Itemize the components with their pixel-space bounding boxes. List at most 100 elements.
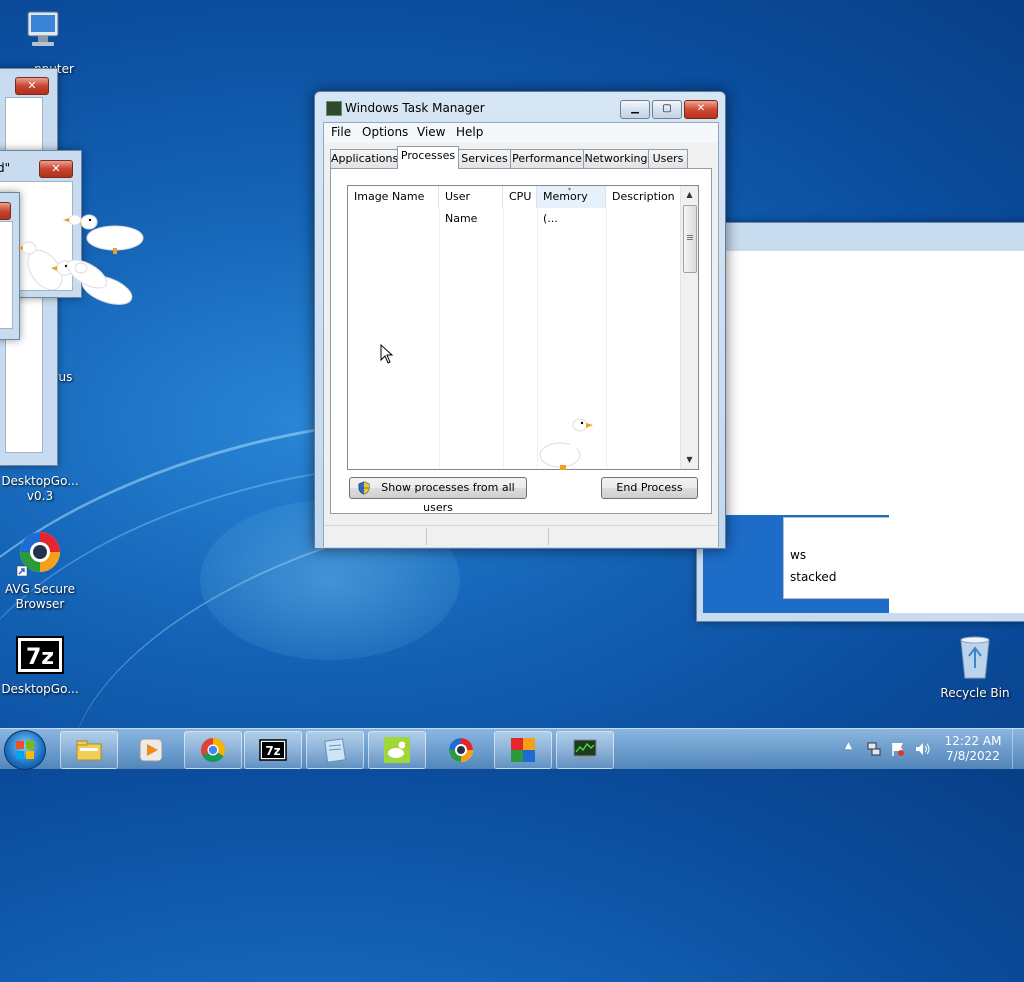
taskbar-avg-antivirus[interactable]	[494, 731, 552, 769]
goose-icon	[384, 737, 410, 763]
show-desktop-button[interactable]	[1012, 729, 1024, 769]
desktop-icon-label: AVG Secure	[4, 582, 76, 596]
taskbar-explorer[interactable]	[60, 731, 118, 769]
desktop-icon-computer[interactable]: nputer	[0, 8, 80, 77]
menu-options[interactable]: Options	[362, 125, 408, 139]
system-tray: ▲	[842, 729, 938, 769]
tab-processes[interactable]: Processes	[397, 146, 459, 169]
vertical-scrollbar[interactable]: ▲ ▼	[680, 186, 698, 469]
column-cpu[interactable]: CPU	[503, 186, 537, 208]
desktop-icon-desktopgoose-v03[interactable]: DesktopGo... v0.3	[0, 474, 80, 504]
menu-help[interactable]: Help	[456, 125, 483, 139]
taskbar-media-player[interactable]	[122, 731, 180, 769]
desktop-icon-label: Browser	[15, 597, 65, 611]
status-bar	[324, 525, 718, 547]
window-content	[0, 221, 13, 329]
desktop-icon-label: DesktopGo...	[1, 474, 79, 488]
avg-browser-icon	[16, 532, 60, 577]
goose	[539, 418, 593, 470]
sort-indicator-icon: ▾	[568, 186, 572, 193]
column-image-name[interactable]: Image Name	[348, 186, 439, 208]
tab-networking[interactable]: Networking	[583, 149, 649, 168]
tab-users[interactable]: Users	[648, 149, 688, 168]
close-button[interactable]: ✕	[684, 100, 718, 119]
tab-performance[interactable]: Performance	[510, 149, 584, 168]
taskbar-7zip[interactable]: 7z	[244, 731, 302, 769]
task-manager-icon	[573, 739, 597, 760]
goose-group	[17, 214, 144, 305]
window-title: Windows Task Manager	[345, 101, 485, 115]
7zip-icon: 7z	[259, 739, 287, 761]
notepad-icon	[324, 738, 347, 763]
scroll-thumb[interactable]	[683, 205, 697, 273]
close-button[interactable]: ✕	[39, 160, 73, 178]
show-hidden-icons-icon[interactable]: ▲	[845, 741, 852, 751]
column-description[interactable]: Description	[606, 186, 681, 208]
list-item[interactable]: stacked	[790, 570, 836, 584]
minimize-button[interactable]: ▁	[620, 100, 650, 119]
action-center-flag-icon[interactable]	[890, 741, 906, 757]
menu-file[interactable]: File	[331, 125, 351, 139]
svg-text:7z: 7z	[265, 744, 280, 758]
background-window-right[interactable]: ws stacked	[696, 222, 1024, 622]
taskbar-task-manager[interactable]	[556, 731, 614, 769]
desktop-icon-recycle-bin[interactable]: Recycle Bin	[935, 632, 1015, 701]
scroll-down-arrow-icon[interactable]: ▼	[682, 452, 697, 468]
menu-bar: File Options View Help	[324, 123, 718, 143]
tab-applications[interactable]: Applications	[330, 149, 398, 168]
list-item[interactable]: ws	[790, 548, 806, 562]
process-list[interactable]: Image Name User Name CPU Memory (... ▾ D…	[347, 185, 699, 470]
clock-date: 7/8/2022	[946, 749, 1000, 763]
desktop-icon-desktopgoose-7z[interactable]: 7z DesktopGo...	[0, 636, 80, 697]
show-all-processes-label: Show processes from all users	[381, 481, 515, 514]
desktop-icon-label: v0.3	[26, 489, 54, 503]
show-all-processes-button[interactable]: Show processes from all users	[349, 477, 527, 514]
avg-antivirus-icon	[511, 738, 535, 762]
taskbar-desktop-goose[interactable]	[368, 731, 426, 769]
processes-panel: Image Name User Name CPU Memory (... ▾ D…	[330, 168, 712, 514]
tab-services[interactable]: Services	[458, 149, 511, 168]
window-client: File Options View Help Applications Proc…	[323, 122, 719, 547]
end-process-button[interactable]: End Process	[601, 477, 698, 499]
windows-logo-icon	[16, 741, 34, 759]
volume-icon[interactable]	[914, 741, 932, 757]
column-divider	[439, 208, 440, 469]
recycle-bin-icon	[960, 636, 990, 679]
task-manager-icon	[326, 101, 342, 116]
media-player-icon	[139, 738, 163, 762]
start-button[interactable]	[4, 730, 46, 770]
status-section	[550, 528, 716, 545]
status-section	[428, 528, 549, 545]
mouse-cursor-icon	[380, 344, 394, 364]
uac-shield-icon	[358, 481, 370, 495]
column-memory[interactable]: Memory (...	[537, 186, 606, 225]
column-divider	[503, 208, 504, 469]
window-content	[725, 251, 1024, 515]
task-manager-window[interactable]: Windows Task Manager ▁ ▢ ✕ File Options …	[314, 91, 726, 549]
window-list: ws stacked	[783, 517, 891, 599]
menu-view[interactable]: View	[417, 125, 445, 139]
clock[interactable]: 12:22 AM 7/8/2022	[940, 734, 1006, 764]
desktop-icon-label: Recycle Bin	[940, 686, 1010, 700]
chrome-icon	[201, 738, 226, 763]
status-section	[324, 528, 427, 545]
close-button[interactable]: ✕	[15, 77, 49, 95]
folder-icon	[76, 740, 102, 761]
goose	[73, 214, 144, 254]
window-content	[889, 515, 1024, 613]
window-title-fragment: d"	[0, 161, 11, 175]
taskbar-avg-browser[interactable]	[432, 731, 490, 769]
taskbar-chrome[interactable]	[184, 731, 242, 769]
column-user-name[interactable]: User Name	[439, 186, 503, 225]
computer-icon	[27, 11, 59, 46]
svg-text:7z: 7z	[26, 645, 54, 670]
maximize-button[interactable]: ▢	[652, 100, 682, 119]
network-icon[interactable]	[866, 741, 882, 757]
close-button[interactable]: ✕	[0, 202, 11, 220]
goose	[63, 214, 82, 226]
scroll-up-arrow-icon[interactable]: ▲	[682, 187, 697, 203]
desktop-icon-label: DesktopGo...	[1, 682, 79, 696]
desktop-icon-avg-secure-browser[interactable]: AVG Secure Browser	[0, 528, 80, 612]
taskbar-notepad[interactable]	[306, 731, 364, 769]
column-divider	[606, 208, 607, 469]
